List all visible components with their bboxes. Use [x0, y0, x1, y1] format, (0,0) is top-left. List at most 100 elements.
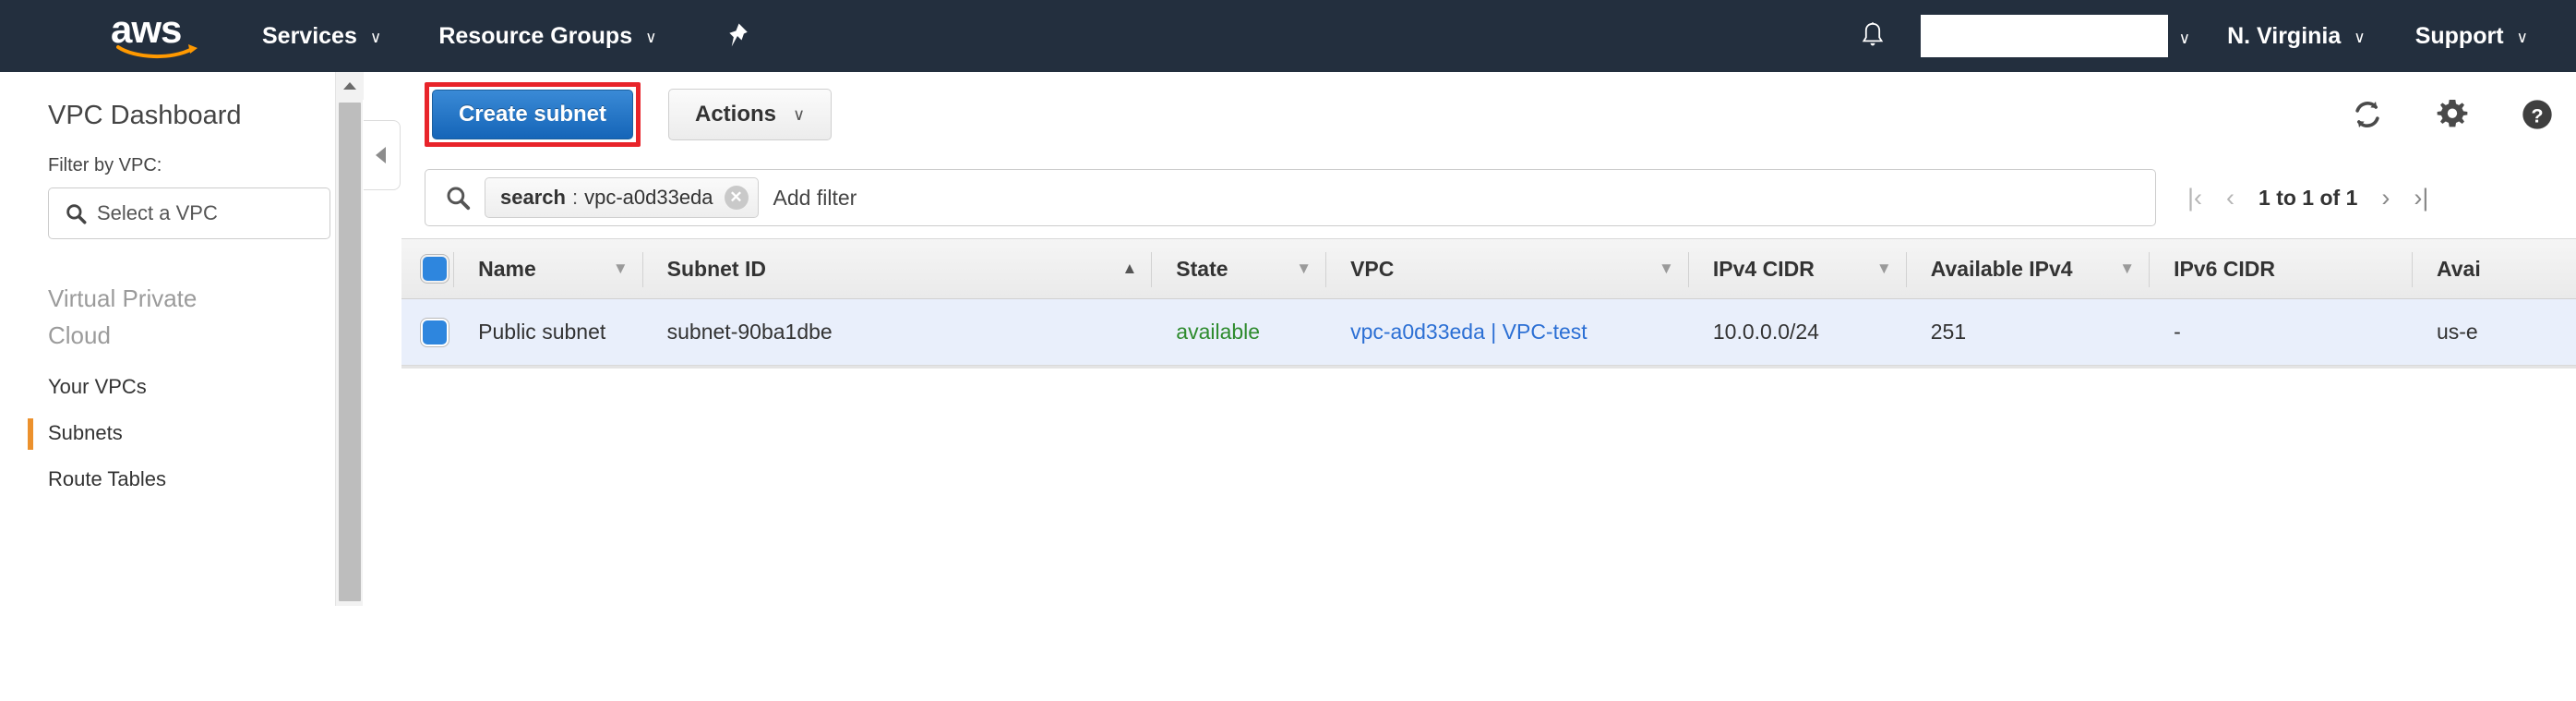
column-header-label: Name	[478, 256, 536, 281]
scrollbar-thumb[interactable]	[339, 103, 361, 601]
region-label: N. Virginia	[2227, 22, 2342, 49]
column-header-vpc[interactable]: VPC ▼	[1326, 239, 1689, 298]
column-header-ipv6-cidr[interactable]: IPv6 CIDR	[2150, 239, 2413, 298]
select-all-checkbox[interactable]	[401, 239, 455, 298]
nav-services-menu[interactable]: Services ∨	[262, 0, 381, 72]
aws-logo-smile-icon	[116, 44, 198, 58]
cell-ipv4-cidr: 10.0.0.0/24	[1689, 299, 1907, 365]
filter-by-vpc-label: Filter by VPC:	[48, 155, 162, 175]
sidebar-item-route-tables[interactable]: Route Tables	[0, 446, 335, 492]
chevron-down-icon: ∨	[793, 104, 806, 124]
sidebar-item-label: Your VPCs	[48, 375, 147, 398]
account-name-redacted[interactable]	[1920, 15, 2168, 57]
cell-value: 10.0.0.0/24	[1712, 320, 1819, 344]
create-subnet-highlight-annotation: Create subnet	[425, 82, 641, 147]
page-title: VPC Dashboard	[48, 101, 242, 130]
column-header-availability-zone[interactable]: Avai	[2413, 239, 2576, 298]
column-header-name[interactable]: Name ▼	[454, 239, 644, 298]
checkbox-checked-icon	[419, 317, 449, 347]
support-label: Support	[2414, 22, 2504, 49]
sort-descending-caret-icon: ▼	[612, 260, 629, 277]
create-subnet-label: Create subnet	[458, 102, 607, 127]
chevron-down-icon: ∨	[369, 29, 382, 46]
next-page-button[interactable]: ›	[2381, 184, 2390, 212]
first-page-button[interactable]: |‹	[2187, 184, 2202, 212]
vpc-filter-select[interactable]: Select a VPC	[48, 187, 330, 239]
gear-icon[interactable]	[2434, 96, 2471, 133]
cell-available-ipv4: 251	[1907, 299, 2150, 365]
remove-filter-x-icon[interactable]: ✕	[724, 186, 749, 210]
svg-text:?: ?	[2531, 103, 2543, 127]
sidebar-item-subnets[interactable]: Subnets	[0, 400, 335, 450]
row-select-checkbox[interactable]	[401, 299, 454, 365]
previous-page-button[interactable]: ‹	[2226, 184, 2235, 212]
sidebar-scrollbar[interactable]	[335, 72, 364, 606]
toolbar-icon-group: ?	[2349, 72, 2556, 157]
nav-resource-groups-menu[interactable]: Resource Groups ∨	[438, 0, 656, 72]
cell-name: Public subnet	[454, 299, 642, 365]
column-header-label: Subnet ID	[666, 256, 766, 281]
sort-descending-caret-icon: ▼	[2119, 260, 2136, 277]
region-selector[interactable]: N. Virginia ∨	[2227, 0, 2366, 72]
cell-availability-zone: us-e	[2413, 299, 2576, 365]
table-row[interactable]: Public subnet subnet-90ba1dbe available …	[401, 299, 2576, 366]
aws-logo[interactable]: aws	[111, 7, 210, 58]
search-input[interactable]: search : vpc-a0d33eda ✕ Add filter	[425, 169, 2156, 226]
add-filter-placeholder: Add filter	[773, 185, 857, 210]
active-filter-token[interactable]: search : vpc-a0d33eda ✕	[485, 177, 759, 218]
column-header-label: Avai	[2436, 256, 2481, 281]
collapse-panel-left-arrow-icon	[375, 147, 386, 163]
navbar-right-group: ∨ N. Virginia ∨ Support ∨	[1856, 0, 2576, 72]
column-header-state[interactable]: State ▼	[1152, 239, 1326, 298]
scroll-up-arrow-icon[interactable]	[336, 72, 364, 100]
help-icon[interactable]: ?	[2519, 96, 2556, 133]
cell-ipv6-cidr: -	[2150, 299, 2413, 365]
vpc-filter-placeholder: Select a VPC	[97, 201, 218, 224]
column-header-label: IPv4 CIDR	[1712, 256, 1815, 281]
subnets-main-panel: Create subnet Actions ∨ ? search: vpc-a…	[401, 72, 2576, 701]
notifications-bell-icon	[1862, 22, 1883, 46]
sort-descending-caret-icon: ▼	[1296, 260, 1312, 277]
column-header-ipv4-cidr[interactable]: IPv4 CIDR ▼	[1689, 239, 1907, 298]
pin-shortcuts-button[interactable]	[720, 0, 751, 72]
column-header-available-ipv4[interactable]: Available IPv4 ▼	[1907, 239, 2151, 298]
top-navigation-bar: aws Services ∨ Resource Groups ∨ ∨ N. Vi…	[0, 0, 2576, 72]
column-header-label: State	[1176, 256, 1228, 281]
column-header-label: Available IPv4	[1930, 256, 2073, 281]
subnets-table: Name ▼ Subnet ID ▲ State ▼ VPC ▼ IPv4 CI…	[401, 238, 2576, 701]
filter-token-key: search	[500, 186, 566, 209]
search-and-pagination-row: search : vpc-a0d33eda ✕ Add filter |‹ ‹ …	[401, 157, 2576, 238]
chevron-down-icon[interactable]: ∨	[2179, 30, 2190, 48]
filter-token-separator: :	[571, 186, 579, 209]
last-page-button[interactable]: ›|	[2414, 184, 2428, 212]
column-header-subnet-id[interactable]: Subnet ID ▲	[643, 239, 1153, 298]
search-icon	[64, 201, 88, 225]
sort-descending-caret-icon: ▼	[1875, 260, 1892, 277]
sort-descending-caret-icon: ▼	[1659, 260, 1674, 277]
column-header-label: IPv6 CIDR	[2174, 256, 2276, 281]
vpc-sidebar: VPC Dashboard Filter by VPC: Select a VP…	[0, 72, 335, 606]
cell-subnet-id: subnet-90ba1dbe	[643, 299, 1153, 365]
cell-value: Public subnet	[478, 320, 606, 344]
sidebar-item-your-vpcs[interactable]: Your VPCs	[0, 354, 335, 400]
refresh-icon[interactable]	[2349, 96, 2386, 133]
actions-button[interactable]: Actions ∨	[668, 89, 833, 140]
create-subnet-button[interactable]: Create subnet	[432, 90, 633, 139]
sidebar-item-label: Route Tables	[48, 467, 167, 490]
cell-vpc[interactable]: vpc-a0d33eda | VPC-test	[1326, 299, 1689, 365]
nav-resource-groups-label: Resource Groups	[438, 22, 633, 49]
support-menu[interactable]: Support ∨	[2415, 0, 2528, 72]
filter-token-value: vpc-a0d33eda	[584, 186, 713, 209]
pagination-controls: |‹ ‹ 1 to 1 of 1 › ›|	[2187, 184, 2428, 212]
aws-logo-text: aws	[111, 7, 182, 51]
notifications-button[interactable]	[1856, 0, 1889, 72]
table-header-row: Name ▼ Subnet ID ▲ State ▼ VPC ▼ IPv4 CI…	[401, 238, 2576, 299]
pushpin-icon	[728, 23, 748, 47]
search-icon	[444, 184, 472, 212]
empty-content-area	[401, 369, 2576, 701]
cell-value: subnet-90ba1dbe	[666, 320, 833, 344]
sidebar-item-label: Subnets	[48, 421, 123, 444]
cell-value: us-e	[2436, 320, 2478, 344]
vpc-link[interactable]: vpc-a0d33eda | VPC-test	[1350, 320, 1588, 344]
collapse-sidebar-button[interactable]	[364, 120, 401, 190]
